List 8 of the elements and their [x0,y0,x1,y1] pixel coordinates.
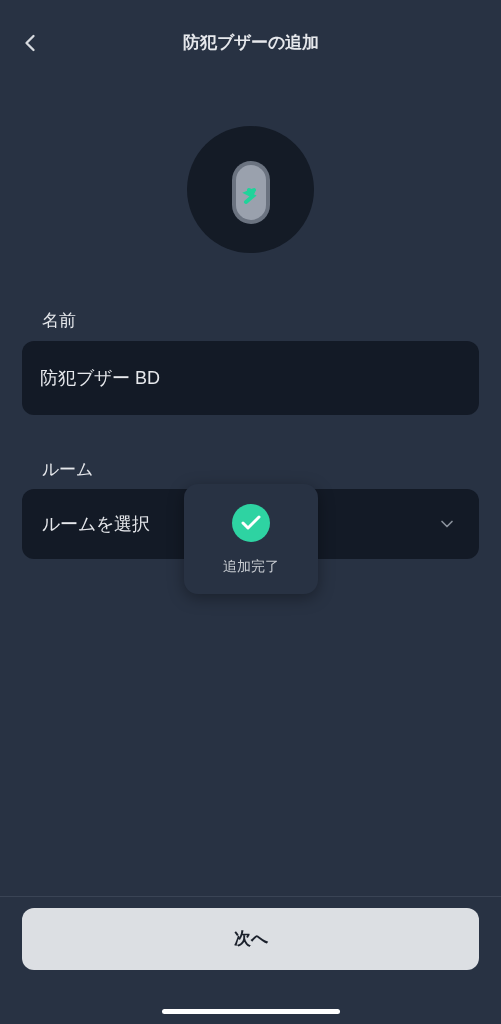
field-label: 名前 [42,310,77,332]
next-button[interactable]: 次へ [22,908,479,970]
toast-message: 追加完了 [223,557,279,576]
buzzer-device-icon [187,126,314,253]
check-icon [232,504,270,542]
name-input-field[interactable]: 防犯ブザー BD [22,340,479,415]
field-label: ルーム [42,458,94,481]
screen-title: 防犯ブザーの追加 [181,32,320,55]
